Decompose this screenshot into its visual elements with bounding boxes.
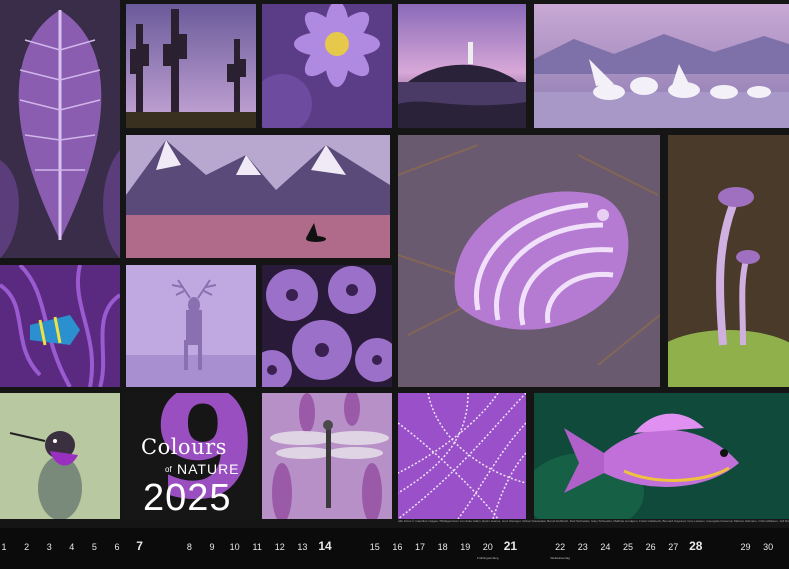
calendar-day-3: 3	[46, 542, 52, 552]
title-year: 2025	[143, 477, 232, 519]
calendar-day-2: 2	[24, 542, 30, 552]
tile-lighthouse-photo	[398, 4, 526, 128]
calendar-day-27: 27	[668, 542, 679, 552]
tile-deer-fog-photo	[126, 265, 256, 387]
tile-mountains-orca-photo	[126, 135, 390, 258]
calendar-day-6: 6	[114, 542, 120, 552]
tile-spiderweb-photo	[398, 393, 526, 519]
calendar-day-19: 19	[460, 542, 471, 552]
calendar-day-30: 30	[763, 542, 774, 552]
tile-reef-fish-photo	[534, 393, 789, 519]
calendar-day-17: 17	[414, 542, 426, 552]
calendar-title-block: 9 Colours of NATURE 2025	[125, 393, 258, 519]
calendar-day-10: 10	[229, 542, 240, 552]
calendar-day-13: 13	[297, 542, 308, 552]
calendar-day-15: 15	[369, 542, 380, 552]
calendar-day-12: 12	[274, 542, 285, 552]
tile-seashell-photo	[398, 135, 660, 387]
calendar-day-5: 5	[91, 542, 97, 552]
title-colours: Colours	[141, 435, 227, 459]
calendar-note-day-20: Frühlingsanfang	[477, 556, 499, 560]
tile-aster-photo	[262, 4, 392, 128]
tile-cactus-photo	[126, 4, 256, 128]
tile-pelicans-photo	[534, 4, 789, 128]
calendar-day-22: 22	[555, 542, 566, 552]
tile-sea-urchins-photo	[262, 265, 392, 387]
calendar-day-16: 16	[392, 542, 403, 552]
calendar-day-24: 24	[600, 542, 611, 552]
calendar-day-7: 7	[136, 539, 143, 553]
calendar-day-23: 23	[577, 542, 588, 552]
calendar-day-8: 8	[186, 542, 192, 552]
calendar-day-9: 9	[209, 542, 215, 552]
calendar-day-4: 4	[69, 542, 75, 552]
month-day-strip: 1 2 3 4 5 6 7 8 9 10 11 12 13 14 15 16 17 18 19 20 21 22 23 24 2…	[0, 528, 789, 569]
tile-anemone-fish-photo	[0, 265, 120, 387]
calendar-day-21: 21	[503, 539, 518, 553]
calendar-note-day-22: Weltwassertag	[550, 556, 570, 560]
photo-credits: Alle Fotos © mauritius images / Bildagen…	[398, 519, 789, 523]
calendar-day-28: 28	[689, 539, 703, 553]
calendar-day-25: 25	[622, 542, 634, 552]
tile-mushrooms-photo	[668, 135, 789, 387]
calendar-day-26: 26	[645, 542, 656, 552]
calendar-day-29: 29	[740, 542, 751, 552]
calendar-day-11: 11	[252, 542, 262, 552]
calendar-day-14: 14	[318, 539, 332, 553]
calendar-day-18: 18	[437, 542, 448, 552]
tile-dragonfly-photo	[262, 393, 392, 519]
calendar-page: 9 Colours of NATURE 2025 Alle Fotos © ma…	[0, 0, 789, 569]
tile-leaf-photo	[0, 0, 120, 258]
calendar-day-1: 1	[1, 542, 7, 552]
calendar-day-20: 20	[482, 542, 493, 552]
tile-hummingbird-photo	[0, 393, 120, 519]
title-nature: NATURE	[177, 461, 240, 477]
title-of: of	[165, 465, 172, 474]
